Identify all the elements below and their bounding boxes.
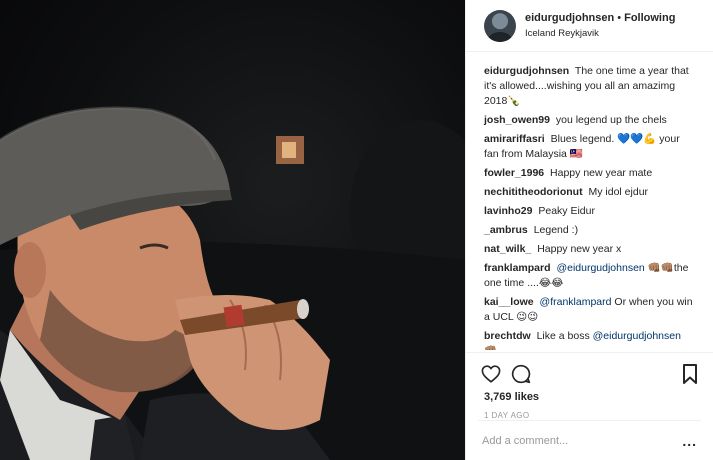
likes-count[interactable]: 3,769 likes — [480, 389, 701, 405]
comment-suffix: 👊🏽 — [484, 345, 497, 350]
post-timestamp[interactable]: 1 DAY AGO — [480, 405, 701, 420]
instagram-post: eidurgudjohnsen • Following Iceland Reykja… — [0, 0, 713, 460]
post-sidebar: eidurgudjohnsen • Following Iceland Reykja… — [465, 0, 713, 460]
comment-item: _ambrus Legend :) — [484, 223, 695, 238]
action-icons-row — [480, 359, 701, 389]
caption-username[interactable]: eidurgudjohnsen — [484, 65, 569, 77]
header-top-line: eidurgudjohnsen • Following — [525, 11, 675, 26]
comment-username[interactable]: josh_owen99 — [484, 114, 550, 126]
post-header: eidurgudjohnsen • Following Iceland Reykja… — [466, 0, 713, 52]
comment-username[interactable]: franklampard — [484, 262, 551, 274]
comment-username[interactable]: nat_wilk_ — [484, 243, 531, 255]
comment-text: you legend up the chels — [555, 114, 667, 126]
photo-illustration — [0, 106, 465, 460]
comment-item: nat_wilk_ Happy new year x — [484, 242, 695, 257]
post-actions: 3,769 likes 1 DAY AGO — [466, 352, 713, 420]
comment-list[interactable]: eidurgudjohnsen The one time a year that… — [466, 60, 713, 350]
add-comment-bar: ... — [478, 420, 701, 460]
comment-item: franklampard @eidurgudjohnsen 👊🏽👊🏽the on… — [484, 261, 695, 291]
comment-text: Peaky Eidur — [538, 205, 595, 217]
comment-item: lavinho29 Peaky Eidur — [484, 204, 695, 219]
comment-username[interactable]: nechititheodorionut — [484, 186, 583, 198]
post-photo[interactable] — [0, 0, 465, 460]
comment-mention[interactable]: @eidurgudjohnsen — [556, 262, 644, 274]
bookmark-icon[interactable] — [679, 363, 701, 385]
comment-text: Like a boss — [536, 330, 590, 342]
comment-text: My idol ejdur — [588, 186, 649, 198]
header-separator: • — [617, 11, 622, 24]
avatar[interactable] — [484, 9, 516, 42]
comment-text: Legend :) — [533, 224, 579, 236]
comment-icon[interactable] — [510, 363, 532, 385]
comment-input[interactable] — [482, 434, 683, 447]
comment-item: amirariffasri Blues legend. 💙💙💪 your fan… — [484, 132, 695, 162]
comment-item: brechtdw Like a boss @eidurgudjohnsen 👊🏽 — [484, 329, 695, 350]
comment-item: fowler_1996 Happy new year mate — [484, 166, 695, 181]
header-text: eidurgudjohnsen • Following Iceland Reykja… — [525, 11, 675, 41]
comment-username[interactable]: _ambrus — [484, 224, 528, 236]
comment-item: nechititheodorionut My idol ejdur — [484, 185, 695, 200]
follow-button[interactable]: Following — [624, 12, 675, 24]
more-options-button[interactable]: ... — [682, 433, 697, 449]
heart-icon[interactable] — [480, 363, 502, 385]
comment-username[interactable]: fowler_1996 — [484, 167, 544, 179]
comment-username[interactable]: brechtdw — [484, 330, 531, 342]
caption: eidurgudjohnsen The one time a year that… — [484, 64, 695, 109]
comment-item: josh_owen99 you legend up the chels — [484, 113, 695, 128]
comment-username[interactable]: amirariffasri — [484, 133, 545, 145]
header-username[interactable]: eidurgudjohnsen — [525, 12, 614, 24]
comment-text: Happy new year mate — [550, 167, 653, 179]
comment-mention[interactable]: @franklampard — [540, 296, 612, 308]
location-link[interactable]: Iceland Reykjavik — [525, 26, 675, 41]
comment-item: kai__lowe @franklampard Or when you win … — [484, 295, 695, 325]
comment-username[interactable]: kai__lowe — [484, 296, 534, 308]
comment-username[interactable]: lavinho29 — [484, 205, 532, 217]
comment-text: Happy new year x — [537, 243, 622, 255]
comment-mention[interactable]: @eidurgudjohnsen — [593, 330, 681, 342]
